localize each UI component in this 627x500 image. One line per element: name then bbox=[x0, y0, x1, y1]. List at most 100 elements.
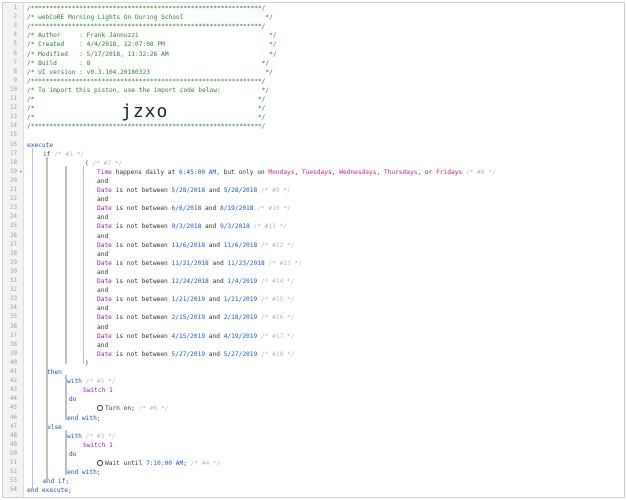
line-number: 20 bbox=[10, 177, 17, 184]
header-comment: /* To import this piston, use the import… bbox=[27, 86, 270, 94]
line-number: 51 bbox=[10, 460, 17, 466]
do-keyword: do bbox=[69, 396, 77, 404]
line-number: 36 bbox=[10, 323, 17, 330]
line-number: 27 bbox=[10, 241, 17, 248]
line-number: 31 bbox=[10, 278, 17, 284]
header-comment: /***************************************… bbox=[27, 23, 266, 31]
line-number: 17 bbox=[10, 150, 17, 157]
import-code[interactable]: jzxo bbox=[121, 101, 168, 122]
and-operator: and bbox=[97, 268, 109, 276]
line-number: 30 bbox=[10, 268, 17, 275]
line-number: 41 bbox=[10, 369, 17, 375]
paren-guide bbox=[83, 166, 84, 364]
then-keyword: then bbox=[47, 369, 62, 376]
with-statement: with /* #5 */ bbox=[67, 378, 116, 386]
clock-icon bbox=[97, 460, 103, 466]
paren-close: ) bbox=[85, 359, 89, 367]
line-number: 43 bbox=[10, 387, 17, 394]
end-with: end with; bbox=[67, 414, 101, 422]
line-number: 10 bbox=[10, 86, 17, 93]
date-condition: Date is not between 9/3/2018 and 9/3/201… bbox=[97, 223, 288, 231]
header-comment: /* Modified : 5/17/2018, 11:32:26 AM */ bbox=[27, 50, 277, 58]
line-number: 4 bbox=[13, 32, 18, 39]
power-icon bbox=[97, 405, 103, 412]
breakpoint-marker[interactable]: • bbox=[19, 168, 23, 177]
date-condition: Date is not between 2/15/2019 and 2/18/2… bbox=[97, 314, 295, 322]
header-comment: /* UI version : v0.3.104.20180323 */ bbox=[27, 68, 273, 76]
and-operator: and bbox=[97, 196, 109, 204]
line-number: 52 bbox=[10, 469, 17, 476]
line-number: 54 bbox=[10, 487, 17, 494]
header-comment: /***************************************… bbox=[27, 77, 266, 85]
and-operator: and bbox=[97, 177, 109, 185]
line-number: 53 bbox=[10, 478, 17, 485]
line-number: 18 bbox=[10, 159, 17, 166]
line-number: 45 bbox=[10, 405, 17, 412]
device-switch-1: Switch 1 bbox=[83, 387, 113, 395]
line-number: 25 bbox=[10, 223, 17, 230]
and-operator: and bbox=[97, 305, 109, 313]
line-number: 28 bbox=[10, 250, 17, 257]
do-keyword: do bbox=[69, 450, 77, 458]
time-condition: Time happens daily at 6:45:00 AM, but on… bbox=[97, 168, 496, 176]
line-number: 40 bbox=[10, 359, 17, 366]
if-guide bbox=[46, 157, 48, 482]
line-number: 9 bbox=[13, 77, 18, 84]
line-number: 5 bbox=[13, 41, 18, 48]
header-comment: /* webCoRE Morning Lights On During Scho… bbox=[27, 14, 273, 22]
line-number: 13 bbox=[10, 114, 17, 121]
and-operator: and bbox=[97, 287, 109, 295]
line-number: 46 bbox=[10, 414, 17, 421]
line-number: 21 bbox=[10, 187, 17, 193]
line-number: 32 bbox=[10, 287, 17, 294]
else-guide bbox=[65, 430, 67, 475]
date-condition: Date is not between 5/27/2019 and 5/27/2… bbox=[97, 350, 295, 358]
header-comment: /***************************************… bbox=[27, 5, 266, 12]
wait-task: Wait until 7:10:00 AM; /* #4 */ bbox=[97, 459, 221, 468]
code-editor[interactable]: 1 2 3 4 5 6 7 8 9 10 11 12 13 14 15 16 17 18 19 20 21 22 23 24 2… bbox=[2, 2, 625, 498]
and-operator: and bbox=[97, 214, 109, 222]
line-number: 24 bbox=[10, 214, 17, 221]
date-condition: Date is not between 12/24/2018 and 1/4/2… bbox=[97, 278, 295, 285]
condition-guide bbox=[65, 166, 67, 364]
if-statement: if /* #1 */ bbox=[43, 150, 84, 158]
line-number: 33 bbox=[10, 296, 17, 303]
date-condition: Date is not between 1/21/2019 and 1/21/2… bbox=[97, 296, 295, 304]
line-number: 8 bbox=[13, 68, 18, 75]
line-number: 7 bbox=[13, 59, 18, 66]
paren-open: ( /* #7 */ bbox=[85, 159, 123, 167]
and-operator: and bbox=[97, 341, 109, 349]
date-condition: Date is not between 6/6/2018 and 8/19/20… bbox=[97, 205, 291, 213]
line-number: 49 bbox=[10, 441, 17, 448]
execute-guide bbox=[32, 148, 33, 490]
line-number: 6 bbox=[13, 50, 18, 57]
line-number: 39 bbox=[10, 350, 17, 357]
line-number: 38 bbox=[10, 341, 17, 348]
line-number: 37 bbox=[10, 332, 17, 339]
line-number: 16 bbox=[10, 141, 17, 148]
line-number: 42 bbox=[10, 378, 17, 385]
device-switch-1: Switch 1 bbox=[83, 441, 113, 449]
end-execute: end execute; bbox=[27, 487, 72, 495]
line-number: 3 bbox=[13, 23, 18, 30]
date-condition: Date is not between 11/21/2018 and 11/23… bbox=[97, 259, 302, 267]
with-statement: with /* #3 */ bbox=[67, 432, 116, 440]
header-comment: /***************************************… bbox=[27, 123, 266, 131]
line-number: 15 bbox=[10, 132, 17, 139]
line-number: 35 bbox=[10, 314, 17, 321]
and-operator: and bbox=[97, 250, 109, 258]
line-number-gutter: 1 2 3 4 5 6 7 8 9 10 11 12 13 14 15 16 17 18 19 20 21 22 23 24 2… bbox=[3, 3, 24, 497]
date-condition: Date is not between 11/6/2018 and 11/6/2… bbox=[97, 241, 295, 249]
line-number: 1 bbox=[13, 5, 18, 11]
line-number: 2 bbox=[13, 14, 18, 21]
line-number: 50 bbox=[10, 450, 17, 457]
turn-on-task: Turn on; /* #6 */ bbox=[97, 404, 168, 413]
line-number: 47 bbox=[10, 423, 17, 430]
then-guide bbox=[65, 375, 67, 420]
header-comment: /* Created : 4/4/2018, 12:07:08 PM */ bbox=[27, 41, 277, 49]
date-condition: Date is not between 4/15/2019 and 4/19/2… bbox=[97, 332, 295, 340]
line-number: 26 bbox=[10, 232, 17, 239]
line-number: 44 bbox=[10, 396, 17, 403]
line-number: 48 bbox=[10, 432, 17, 439]
line-number: 22 bbox=[10, 196, 17, 203]
